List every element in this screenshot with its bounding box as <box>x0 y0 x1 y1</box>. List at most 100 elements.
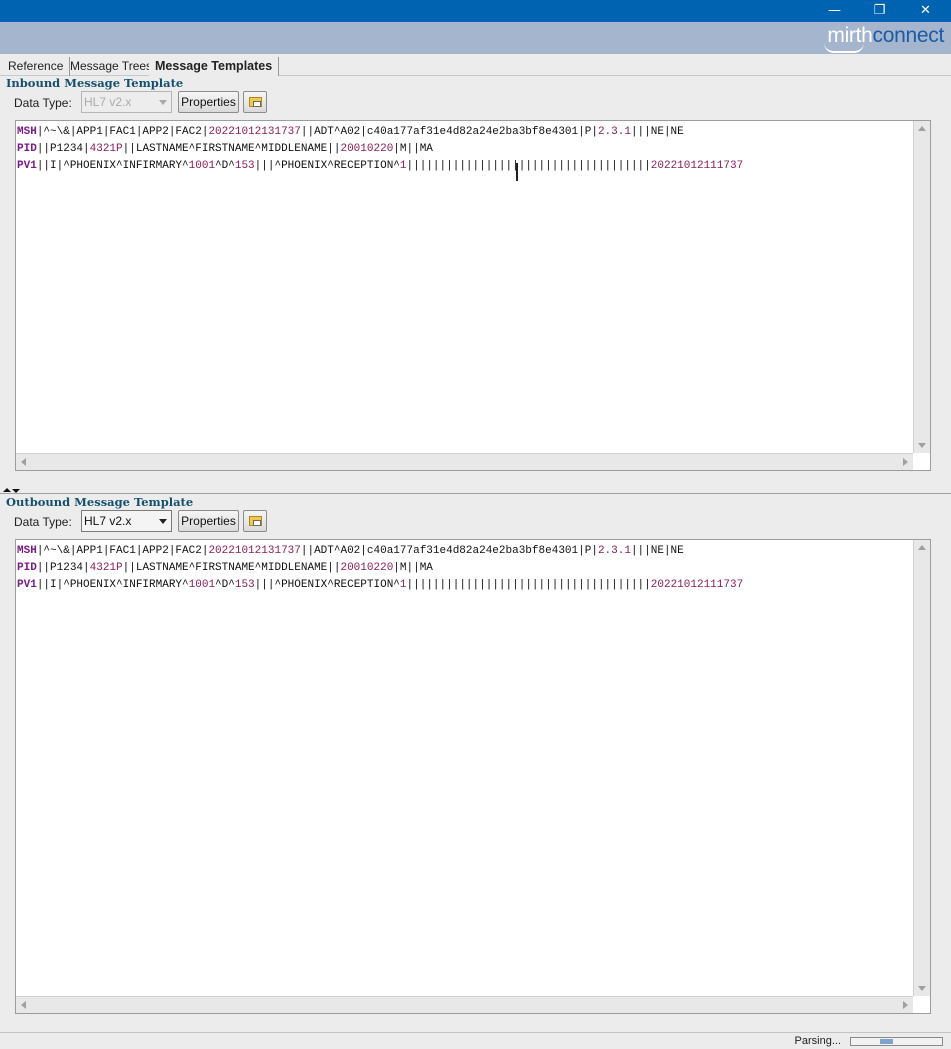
close-icon[interactable]: ✕ <box>903 0 948 22</box>
numeric-token: 20221012131737 <box>208 545 301 557</box>
numeric-token: 4321P <box>89 562 123 574</box>
brand-header: mirthconnect <box>0 22 951 54</box>
text-token: ||P1234| <box>36 143 90 155</box>
minimize-icon[interactable]: — <box>812 0 857 22</box>
text-token: |^~\&|APP1|FAC1|APP2|FAC2| <box>36 126 209 138</box>
outbound-vertical-scrollbar[interactable] <box>913 540 930 996</box>
message-line: PV1||I|^PHOENIX^INFIRMARY^1001^D^153|||^… <box>17 577 912 594</box>
open-file-icon <box>249 97 262 107</box>
outbound-open-file-button[interactable] <box>243 510 267 532</box>
text-token: ||LASTNAME^FIRSTNAME^MIDDLENAME|| <box>122 562 341 574</box>
text-token: |||^PHOENIX^RECEPTION^ <box>254 579 400 591</box>
text-token: ||I|^PHOENIX^INFIRMARY^ <box>36 160 189 172</box>
numeric-token: 2.3.1 <box>597 545 631 557</box>
logo-swoosh-icon <box>824 43 865 53</box>
scroll-down-icon[interactable] <box>918 986 926 991</box>
numeric-token: 1001 <box>188 160 216 172</box>
segment-name: PV1 <box>17 160 37 172</box>
outbound-data-type-label: Data Type: <box>14 515 72 529</box>
scroll-right-icon[interactable] <box>903 458 908 466</box>
message-line: PID||P1234|4321P||LASTNAME^FIRSTNAME^MID… <box>17 141 912 158</box>
scroll-right-icon[interactable] <box>903 1001 908 1009</box>
mirth-connect-logo: mirthconnect <box>824 23 945 53</box>
tab-bar: Reference Message Trees Message Template… <box>0 54 951 76</box>
logo-text-connect: connect <box>872 24 945 47</box>
numeric-token: 153 <box>234 160 255 172</box>
numeric-token: 20010220 <box>340 143 394 155</box>
inbound-open-file-button[interactable] <box>243 91 267 113</box>
message-line: MSH|^~\&|APP1|FAC1|APP2|FAC2|20221012131… <box>17 124 912 141</box>
numeric-token: 2.3.1 <box>597 126 631 138</box>
tab-message-templates[interactable]: Message Templates <box>149 57 280 76</box>
inbound-horizontal-scrollbar[interactable] <box>16 453 913 470</box>
text-token: ||LASTNAME^FIRSTNAME^MIDDLENAME|| <box>122 143 341 155</box>
outbound-message-editor[interactable]: MSH|^~\&|APP1|FAC1|APP2|FAC2|20221012131… <box>15 539 931 1014</box>
inbound-vertical-scrollbar[interactable] <box>913 121 930 453</box>
outbound-message-text[interactable]: MSH|^~\&|APP1|FAC1|APP2|FAC2|20221012131… <box>17 541 912 995</box>
text-token: ^D^ <box>215 579 235 591</box>
open-file-icon <box>249 516 262 526</box>
outbound-template-title: Outbound Message Template <box>6 495 194 509</box>
numeric-token: 20010220 <box>340 562 394 574</box>
numeric-token: 1001 <box>188 579 216 591</box>
text-token: |||^PHOENIX^RECEPTION^ <box>254 160 400 172</box>
text-token: ||ADT^A02|c40a177af31e4d82a24e2ba3bf8e43… <box>300 126 598 138</box>
window-titlebar: — ❐ ✕ <box>0 0 951 22</box>
segment-name: PID <box>17 562 37 574</box>
text-token: ^D^ <box>215 160 235 172</box>
text-token: ||P1234| <box>36 562 90 574</box>
numeric-token: 1 <box>399 579 407 591</box>
text-token: |M||MA <box>393 143 433 155</box>
text-token: |||NE|NE <box>630 545 684 557</box>
text-token: ||||||||||||||||||||||||||||||||||||| <box>406 160 651 172</box>
numeric-token: 4321P <box>89 143 123 155</box>
scroll-down-icon[interactable] <box>918 443 926 448</box>
scroll-corner <box>913 996 930 1013</box>
inbound-message-text[interactable]: MSH|^~\&|APP1|FAC1|APP2|FAC2|20221012131… <box>17 122 912 452</box>
progress-fill <box>880 1039 893 1044</box>
text-cursor-icon <box>516 163 518 181</box>
scroll-up-icon[interactable] <box>918 126 926 131</box>
chevron-down-icon <box>159 519 167 524</box>
outbound-horizontal-scrollbar[interactable] <box>16 996 913 1013</box>
message-line: PID||P1234|4321P||LASTNAME^FIRSTNAME^MID… <box>17 560 912 577</box>
outbound-data-type-select[interactable]: HL7 v2.x <box>81 510 172 532</box>
segment-name: MSH <box>17 126 37 138</box>
segment-name: PID <box>17 143 37 155</box>
split-pane-divider[interactable] <box>0 488 951 494</box>
outbound-data-type-value: HL7 v2.x <box>84 514 132 528</box>
numeric-token: 1 <box>399 160 407 172</box>
text-token: |M||MA <box>393 562 433 574</box>
inbound-template-title: Inbound Message Template <box>6 76 184 90</box>
numeric-token: 20221012111737 <box>650 579 744 591</box>
segment-name: PV1 <box>17 579 37 591</box>
text-token: |^~\&|APP1|FAC1|APP2|FAC2| <box>36 545 209 557</box>
scroll-left-icon[interactable] <box>21 458 26 466</box>
tab-reference[interactable]: Reference <box>2 57 71 76</box>
inbound-data-type-label: Data Type: <box>14 96 72 110</box>
inbound-properties-button[interactable]: Properties <box>178 91 239 113</box>
text-token: ||I|^PHOENIX^INFIRMARY^ <box>36 579 189 591</box>
segment-name: MSH <box>17 545 37 557</box>
inbound-message-editor[interactable]: MSH|^~\&|APP1|FAC1|APP2|FAC2|20221012131… <box>15 120 931 471</box>
numeric-token: 20221012131737 <box>208 126 301 138</box>
status-bar: Parsing... <box>0 1032 951 1049</box>
collapse-up-icon[interactable] <box>3 488 11 492</box>
text-token: ||ADT^A02|c40a177af31e4d82a24e2ba3bf8e43… <box>300 545 598 557</box>
chevron-down-icon <box>159 100 167 105</box>
inbound-data-type-value: HL7 v2.x <box>84 95 132 109</box>
numeric-token: 20221012111737 <box>650 160 744 172</box>
restore-icon[interactable]: ❐ <box>857 0 902 22</box>
tab-message-trees[interactable]: Message Trees <box>64 57 160 76</box>
inbound-data-type-select[interactable]: HL7 v2.x <box>81 91 172 113</box>
collapse-down-icon[interactable] <box>12 489 20 493</box>
scroll-up-icon[interactable] <box>918 545 926 550</box>
status-text: Parsing... <box>794 1035 841 1047</box>
text-token: |||NE|NE <box>630 126 684 138</box>
numeric-token: 153 <box>234 579 255 591</box>
scroll-left-icon[interactable] <box>21 1001 26 1009</box>
text-token: ||||||||||||||||||||||||||||||||||||| <box>406 579 651 591</box>
message-line: MSH|^~\&|APP1|FAC1|APP2|FAC2|20221012131… <box>17 543 912 560</box>
progress-bar <box>850 1037 943 1046</box>
outbound-properties-button[interactable]: Properties <box>178 510 239 532</box>
